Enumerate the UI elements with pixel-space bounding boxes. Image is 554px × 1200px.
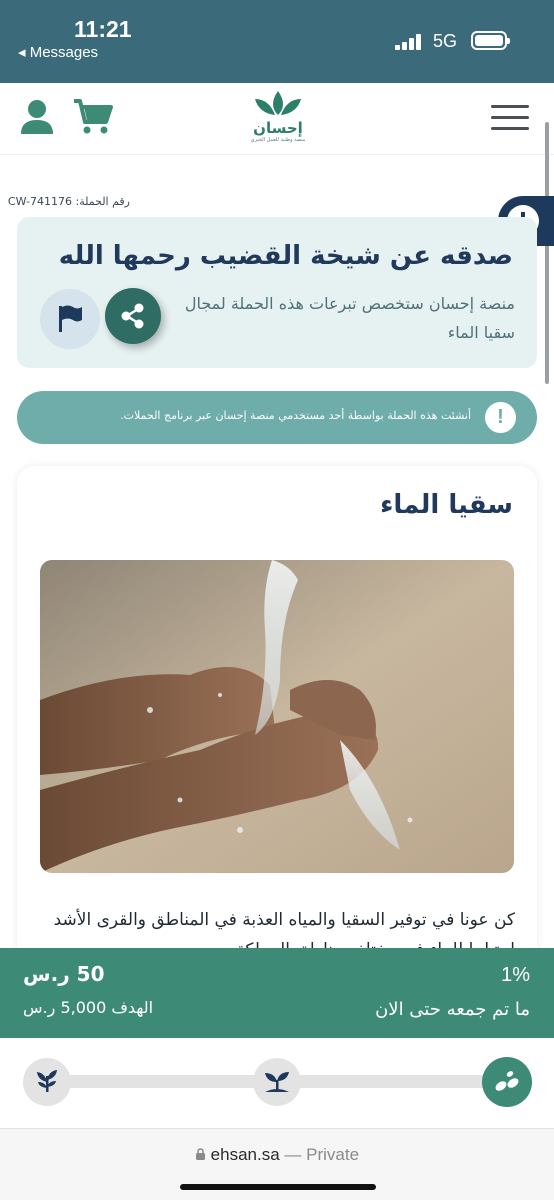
logo-leaves-icon — [255, 91, 301, 115]
notice-text: أنشئت هذه الحملة بواسطة أحد مستخدمي منصة… — [120, 409, 471, 422]
campaign-number-value: CW-741176 — [7, 195, 72, 208]
user-icon[interactable] — [20, 99, 54, 135]
donation-progress: 50 ر.س الهدف 5,000 ر.س 1% ما تم جمعه حتى… — [0, 948, 554, 1038]
raised-amount: 50 ر.س — [23, 962, 105, 986]
sprout-icon — [253, 1058, 301, 1106]
water-hands-image — [40, 560, 514, 873]
share-button[interactable] — [105, 288, 161, 344]
section-title: سقيا الماء — [380, 490, 513, 520]
seeds-icon — [482, 1057, 532, 1107]
lock-icon — [195, 1148, 205, 1160]
raised-label: ما تم جمعه حتى الان — [375, 999, 530, 1020]
flag-icon — [59, 305, 82, 332]
campaign-description: منصة إحسان ستخصص تبرعات هذه الحملة لمجال… — [184, 294, 515, 342]
stage-track — [0, 1038, 554, 1128]
cart-icon[interactable] — [73, 98, 113, 136]
content-card: سقيا الماء كن عونا في توفير السقيا والمي… — [17, 466, 537, 986]
ehsan-logo[interactable]: إحسان منصة وطنية للعمل الخيري — [247, 89, 309, 151]
menu-icon[interactable] — [491, 103, 529, 133]
status-bar: 11:21 ◂ Messages 5G — [0, 0, 554, 83]
logo-subtitle: منصة وطنية للعمل الخيري — [250, 137, 306, 143]
logo-text: إحسان — [253, 119, 303, 137]
page-scrollbar[interactable] — [545, 122, 549, 384]
campaign-title: صدقه عن شيخة القضيب رحمها الله — [58, 241, 513, 271]
site-header: إحسان منصة وطنية للعمل الخيري — [0, 83, 554, 155]
goal-amount: الهدف 5,000 ر.س — [23, 998, 154, 1017]
progress-percent: 1% — [501, 964, 530, 986]
campaign-number: رقم الحملة: CW-741176 — [8, 195, 130, 208]
home-indicator[interactable] — [180, 1184, 376, 1190]
network-type: 5G — [433, 31, 458, 51]
back-to-messages-link[interactable]: ◂ Messages — [18, 43, 98, 61]
url-domain: ehsan.sa — [210, 1145, 280, 1164]
signal-icon — [395, 34, 425, 50]
campaign-number-label: رقم الحملة: — [75, 195, 130, 208]
share-icon — [121, 303, 144, 329]
private-mode-label: — Private — [284, 1145, 360, 1164]
report-button[interactable] — [40, 289, 100, 349]
exclamation-icon: ! — [485, 402, 516, 433]
seedling-icon — [23, 1058, 71, 1106]
battery-icon — [471, 31, 510, 50]
campaign-notice: أنشئت هذه الحملة بواسطة أحد مستخدمي منصة… — [17, 391, 537, 444]
status-time: 11:21 — [74, 16, 132, 42]
url-text[interactable]: ehsan.sa — Private — [0, 1145, 554, 1165]
content-description-line1: كن عونا في توفير السقيا والمياه العذبة ف… — [53, 910, 515, 930]
browser-url-bar[interactable]: ehsan.sa — Private — [0, 1128, 554, 1200]
